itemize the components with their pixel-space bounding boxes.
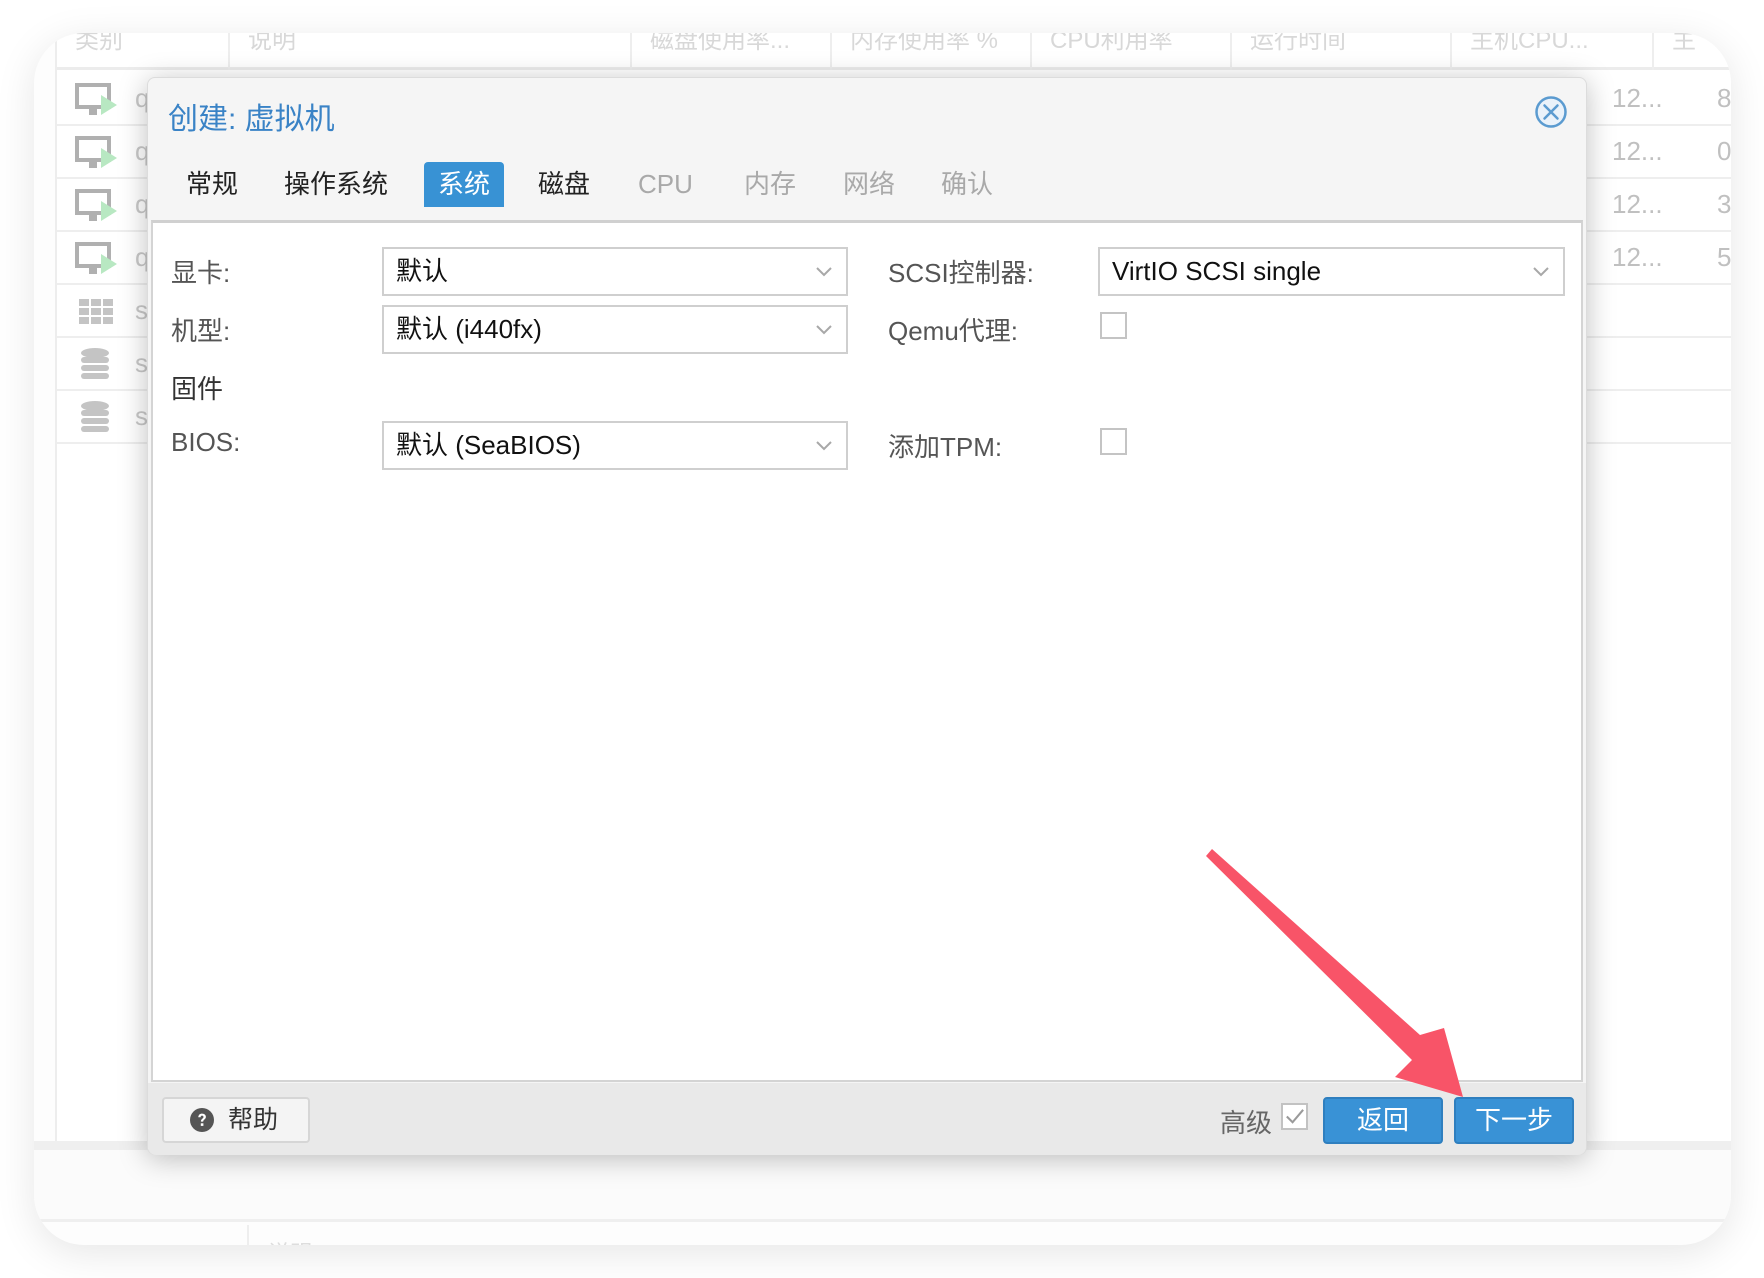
bios-value: 默认 (SeaBIOS)	[396, 430, 581, 460]
back-button[interactable]: 返回	[1323, 1097, 1443, 1144]
lower-panel-header: 说明	[268, 1236, 312, 1245]
tab-memory[interactable]: 内存	[730, 162, 810, 207]
sdn-grid-icon	[79, 299, 113, 324]
scsi-controller-value: VirtIO SCSI single	[1112, 256, 1322, 286]
grid-header: 类别 说明 磁盘使用率... 内存使用率 % CPU利用率 运行时间 主机CPU…	[57, 33, 1731, 70]
row-host-memory: 3.9	[1717, 189, 1731, 219]
storage-icon	[81, 401, 109, 432]
row-host-memory: 5.8	[1717, 242, 1731, 272]
dialog-title: 创建: 虚拟机	[168, 103, 335, 136]
column-header-disk-usage[interactable]: 磁盘使用率...	[632, 33, 832, 70]
firmware-heading: 固件	[171, 374, 224, 404]
next-button[interactable]: 下一步	[1454, 1097, 1574, 1144]
row-host-memory: 0.8	[1717, 136, 1731, 166]
lower-panel-toolbar	[34, 1150, 1731, 1222]
system-panel: 显卡: 默认 机型: 默认 (i440fx) 固件 BIOS: 默认 (SeaB…	[151, 220, 1583, 1082]
machine-type-value: 默认 (i440fx)	[396, 314, 542, 344]
vm-running-icon	[75, 242, 117, 274]
column-header-host-memory[interactable]: 主	[1654, 33, 1731, 70]
dialog-footer: 帮助 高级 返回 下一步	[148, 1083, 1586, 1155]
create-vm-dialog: 创建: 虚拟机 常规 操作系统 系统 磁盘 CPU 内存 网络 确认 显卡: 默…	[147, 77, 1587, 1155]
question-circle-icon	[190, 1108, 214, 1132]
tab-system[interactable]: 系统	[424, 162, 505, 207]
row-host-memory: 8.9	[1717, 83, 1731, 113]
storage-icon	[81, 348, 109, 379]
column-header-description[interactable]: 说明	[230, 33, 632, 70]
chevron-down-icon	[816, 441, 832, 451]
graphics-card-label: 显卡:	[171, 258, 231, 288]
column-header-memory-usage[interactable]: 内存使用率 %	[832, 33, 1032, 70]
scsi-controller-label: SCSI控制器:	[888, 258, 1034, 288]
row-host-cpu: 12...	[1612, 189, 1663, 219]
wizard-tab-bar: 常规 操作系统 系统 磁盘 CPU 内存 网络 确认	[148, 162, 1586, 220]
machine-type-label: 机型:	[171, 316, 231, 346]
graphics-card-select[interactable]: 默认	[382, 247, 848, 296]
add-tpm-label: 添加TPM:	[888, 432, 1003, 462]
row-host-cpu: 12...	[1612, 242, 1663, 272]
scsi-controller-select[interactable]: VirtIO SCSI single	[1098, 247, 1565, 296]
lower-panel-divider	[247, 1225, 249, 1245]
chevron-down-icon	[816, 267, 832, 277]
add-tpm-checkbox[interactable]	[1100, 428, 1127, 455]
tab-os[interactable]: 操作系统	[270, 162, 402, 207]
chevron-down-icon	[816, 325, 832, 335]
help-button[interactable]: 帮助	[162, 1097, 310, 1143]
close-circle-icon[interactable]	[1534, 95, 1568, 129]
column-header-type[interactable]: 类别	[57, 33, 230, 70]
vm-running-icon	[75, 189, 117, 221]
tab-general[interactable]: 常规	[172, 162, 252, 207]
graphics-card-value: 默认	[396, 256, 449, 286]
bios-label: BIOS:	[171, 427, 241, 457]
tab-confirm[interactable]: 确认	[927, 162, 1007, 207]
help-label: 帮助	[228, 1106, 279, 1134]
qemu-agent-checkbox[interactable]	[1100, 312, 1127, 339]
qemu-agent-label: Qemu代理:	[888, 316, 1019, 346]
column-header-host-cpu[interactable]: 主机CPU...	[1452, 33, 1654, 70]
row-host-cpu: 12...	[1612, 136, 1663, 166]
vm-running-icon	[75, 83, 117, 115]
bios-select[interactable]: 默认 (SeaBIOS)	[382, 421, 848, 470]
checkmark-icon	[1286, 1109, 1304, 1124]
tab-cpu[interactable]: CPU	[624, 162, 707, 207]
machine-type-select[interactable]: 默认 (i440fx)	[382, 305, 848, 354]
chevron-down-icon	[1533, 267, 1549, 277]
column-header-cpu-usage[interactable]: CPU利用率	[1032, 33, 1232, 70]
tab-network[interactable]: 网络	[829, 162, 909, 207]
advanced-checkbox[interactable]	[1281, 1103, 1308, 1130]
row-host-cpu: 12...	[1612, 83, 1663, 113]
tab-disks[interactable]: 磁盘	[524, 162, 604, 207]
vm-running-icon	[75, 136, 117, 168]
advanced-label: 高级	[1220, 1108, 1273, 1138]
column-header-uptime[interactable]: 运行时间	[1232, 33, 1452, 70]
